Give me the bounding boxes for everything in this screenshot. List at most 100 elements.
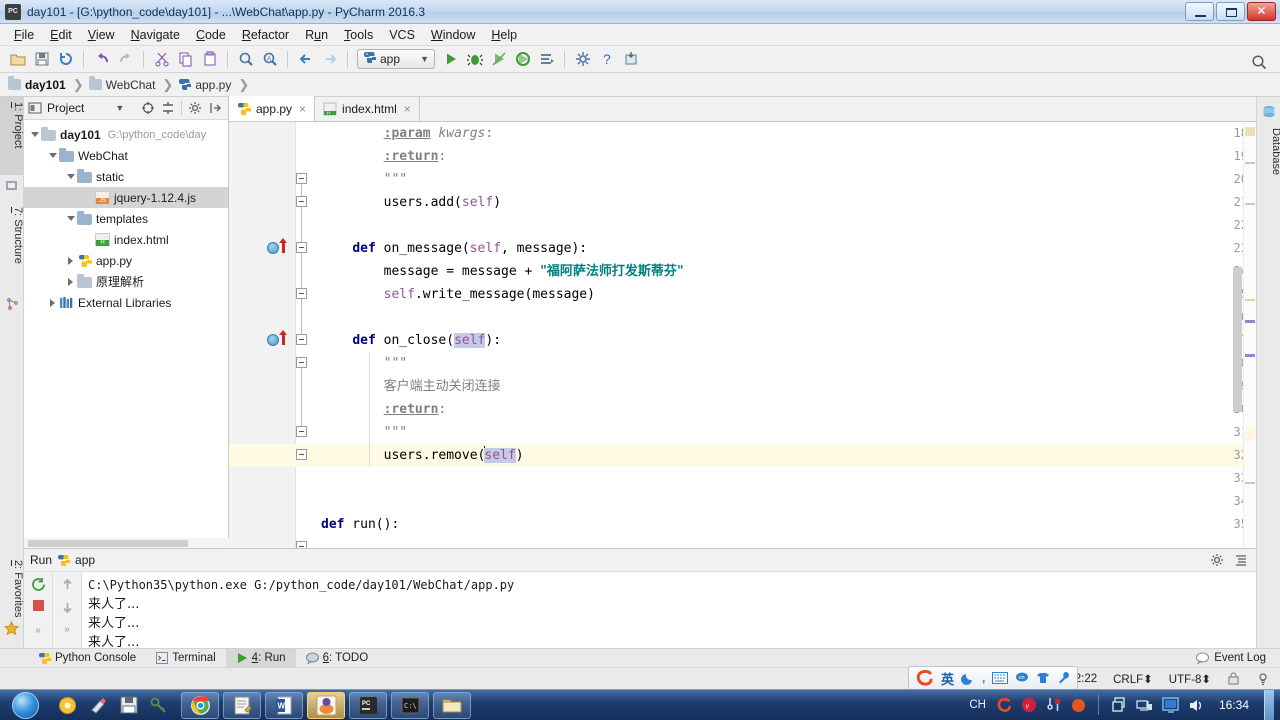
taskbar-clock[interactable]: 16:34 <box>1213 698 1255 712</box>
encoding-indicator[interactable]: UTF-8⬍ <box>1169 672 1211 686</box>
paste-icon[interactable] <box>198 48 221 71</box>
toolwindow-python-console[interactable]: Python Console <box>28 649 146 668</box>
line-separator-indicator[interactable]: CRLF⬍ <box>1113 672 1153 686</box>
fold-toggle-icon[interactable] <box>296 334 307 345</box>
redo-icon[interactable] <box>114 48 137 71</box>
tray-language[interactable]: CH <box>969 699 986 711</box>
write-lock-icon[interactable] <box>1227 672 1240 685</box>
open-icon[interactable] <box>6 48 29 71</box>
ime-toolbar[interactable]: 英 , en <box>908 666 1078 690</box>
breakpoint-icon[interactable] <box>267 334 279 346</box>
soft-wrap-icon[interactable]: » <box>64 624 70 635</box>
comma-icon[interactable]: , <box>982 671 985 685</box>
sync-icon[interactable] <box>54 48 77 71</box>
forward-icon[interactable] <box>318 48 341 71</box>
project-horizontal-scrollbar[interactable] <box>24 538 229 548</box>
menu-refactor[interactable]: Refactor <box>234 26 297 44</box>
menu-edit[interactable]: Edit <box>42 26 80 44</box>
fold-toggle-icon[interactable] <box>296 242 307 253</box>
chevron-down-icon[interactable]: ▼ <box>115 103 124 113</box>
show-desktop-button[interactable] <box>1264 689 1274 720</box>
keyboard-icon[interactable] <box>992 672 1009 684</box>
toolbox-icon[interactable] <box>1057 671 1071 685</box>
fold-toggle-icon[interactable] <box>296 426 307 437</box>
editor-tab-indexhtml[interactable]: H index.html × <box>315 96 420 121</box>
save-icon[interactable] <box>120 696 138 714</box>
fold-toggle-icon[interactable] <box>296 541 307 548</box>
close-button[interactable]: ✕ <box>1247 2 1276 21</box>
maximize-button[interactable] <box>1216 2 1245 21</box>
menu-view[interactable]: View <box>80 26 123 44</box>
tree-node-jquery[interactable]: jquery-1.12.4.js <box>24 187 228 208</box>
tree-node-apppy[interactable]: app.py <box>24 250 228 271</box>
help-icon[interactable]: ? <box>595 48 618 71</box>
key-icon[interactable] <box>150 696 169 715</box>
fold-toggle-icon[interactable] <box>296 173 307 184</box>
taskbar-pycharm-active[interactable] <box>307 691 345 719</box>
menu-file[interactable]: File <box>6 26 42 44</box>
sidebar-item-project[interactable]: 1: Project <box>0 97 24 175</box>
circle-icon[interactable] <box>1071 698 1086 713</box>
tree-node-external-libraries[interactable]: External Libraries <box>24 292 228 313</box>
run-configuration-selector[interactable]: app ▼ <box>357 49 435 69</box>
settings-icon[interactable] <box>571 48 594 71</box>
breadcrumb-item-apppy[interactable]: app.py <box>178 78 237 92</box>
toolwindow-terminal[interactable]: Terminal <box>146 649 225 668</box>
run-console-output[interactable]: C:\Python35\python.exe G:/python_code/da… <box>82 572 1256 648</box>
editor-tab-apppy[interactable]: app.py × <box>229 96 316 121</box>
copy-icon[interactable] <box>174 48 197 71</box>
stripe-marker[interactable] <box>1245 127 1255 136</box>
taskbar-pycharm[interactable]: PC <box>349 691 387 719</box>
target-icon[interactable] <box>141 101 155 115</box>
sidebar-item-database[interactable]: Database <box>1258 123 1280 203</box>
ime-mode-label[interactable]: 英 <box>941 669 954 688</box>
chevron-down-icon[interactable]: ▼ <box>420 54 429 64</box>
attach-icon[interactable] <box>535 48 558 71</box>
tool-icon[interactable] <box>1046 697 1062 713</box>
tree-node-yuanli[interactable]: 原理解析 <box>24 271 228 292</box>
expand-toggle[interactable] <box>64 277 77 286</box>
expand-toggle[interactable] <box>64 174 77 179</box>
tree-node-static[interactable]: static <box>24 166 228 187</box>
breadcrumb-item-webchat[interactable]: WebChat <box>88 76 162 92</box>
fold-toggle-icon[interactable] <box>296 288 307 299</box>
monitor-icon[interactable] <box>1162 697 1179 713</box>
cut-icon[interactable] <box>150 48 173 71</box>
replace-icon[interactable]: A <box>258 48 281 71</box>
coverage-icon[interactable] <box>487 48 510 71</box>
skin-icon[interactable] <box>1036 671 1050 685</box>
sidebar-item-structure[interactable]: 7: Structure <box>0 202 24 294</box>
expand-toggle[interactable] <box>64 216 77 221</box>
tree-node-templates[interactable]: templates <box>24 208 228 229</box>
stripe-marker[interactable] <box>1245 482 1255 484</box>
code-editor[interactable]: 18 19 20 21 22 23 24 25 26 27 28 29 30 3… <box>229 122 1256 548</box>
menu-code[interactable]: Code <box>188 26 234 44</box>
toolwindow-run[interactable]: 4: Run <box>225 648 296 668</box>
taskbar-cmd[interactable]: C:\ <box>391 691 429 719</box>
antivirus-icon[interactable]: v <box>1021 697 1037 713</box>
breakpoint-icon[interactable] <box>267 242 279 254</box>
stop-icon[interactable] <box>32 599 45 612</box>
stripe-marker[interactable] <box>1245 320 1255 323</box>
start-button[interactable] <box>2 691 48 720</box>
fold-toggle-icon[interactable] <box>296 196 307 207</box>
rerun-icon[interactable] <box>31 577 46 592</box>
moon-icon[interactable] <box>961 671 975 685</box>
gear-icon[interactable] <box>1210 553 1224 567</box>
tree-node-webchat[interactable]: WebChat <box>24 145 228 166</box>
sogou-icon[interactable] <box>995 697 1012 714</box>
paint-icon[interactable] <box>89 696 108 715</box>
find-icon[interactable] <box>234 48 257 71</box>
error-stripe-marker-panel[interactable] <box>1243 122 1256 548</box>
back-icon[interactable] <box>294 48 317 71</box>
media-player-icon[interactable] <box>58 696 77 715</box>
search-everywhere-icon[interactable] <box>1247 50 1270 73</box>
expand-toggle[interactable] <box>46 298 59 307</box>
fold-toggle-icon[interactable] <box>296 357 307 368</box>
undo-icon[interactable] <box>90 48 113 71</box>
expand-toggle[interactable] <box>46 153 59 158</box>
run-config-name[interactable]: app <box>75 553 95 567</box>
up-icon[interactable] <box>61 578 74 591</box>
toolwindow-todo[interactable]: 6: TODO <box>296 649 379 668</box>
gear-icon[interactable] <box>188 101 202 115</box>
